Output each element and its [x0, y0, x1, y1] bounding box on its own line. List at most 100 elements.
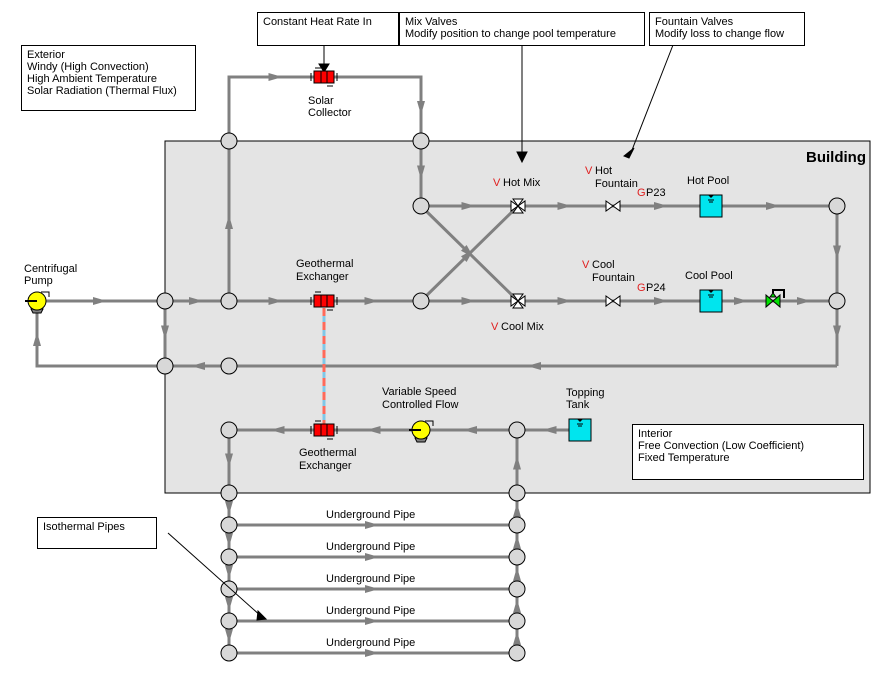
junction[interactable]	[220, 132, 238, 150]
junction[interactable]	[220, 580, 238, 598]
note-interior-line: Fixed Temperature	[638, 452, 730, 464]
flow-arrow	[225, 533, 233, 547]
junction[interactable]	[412, 197, 430, 215]
hot-mix-flag: V	[493, 177, 501, 189]
note-mix-valves-line: Mix Valves	[405, 16, 458, 28]
centrifugal-pump-label: Centrifugal	[24, 263, 77, 275]
flow-arrow	[365, 585, 379, 593]
note-constant-heat[interactable]: Constant Heat Rate In	[257, 12, 399, 46]
topping-tank-label: Tank	[566, 399, 590, 411]
flow-arrow	[365, 617, 379, 625]
cool-mix-flag: V	[491, 321, 499, 333]
underground-pipe-label: Underground Pipe	[326, 605, 415, 617]
centrifugal-pump-label: Pump	[24, 275, 53, 287]
hot-mix-label: Hot Mix	[503, 177, 541, 189]
junction[interactable]	[220, 357, 238, 375]
junction[interactable]	[508, 644, 526, 662]
note-isothermal-line: Isothermal Pipes	[43, 521, 125, 533]
geothermal-exchanger-bottom-label: Exchanger	[299, 460, 352, 472]
underground-pipe-label: Underground Pipe	[326, 509, 415, 521]
topping-tank[interactable]	[568, 418, 592, 442]
cool-fountain-label: Cool	[592, 259, 615, 271]
pipe-p23-label: P23	[646, 187, 666, 199]
note-exterior-line: Exterior	[27, 49, 65, 61]
geothermal-exchanger-bottom[interactable]	[310, 420, 338, 440]
note-exterior-line: High Ambient Temperature	[27, 73, 158, 85]
pipe-p24-label: P24	[646, 282, 666, 294]
note-interior-line: Free Convection (Low Coefficient)	[638, 440, 805, 452]
junction[interactable]	[828, 292, 846, 310]
note-interior-line: Interior	[638, 428, 673, 440]
geothermal-exchanger-top[interactable]	[310, 291, 338, 311]
junction[interactable]	[508, 484, 526, 502]
junction[interactable]	[220, 548, 238, 566]
flow-arrow	[513, 567, 521, 581]
note-constant-heat-line: Constant Heat Rate In	[263, 16, 372, 28]
building-title: Building	[806, 149, 866, 166]
junction[interactable]	[220, 292, 238, 310]
underground-pipe-label: Underground Pipe	[326, 573, 415, 585]
pipe-p23-flag: G	[637, 187, 646, 199]
flow-arrow	[513, 535, 521, 549]
hot-fountain-label: Fountain	[595, 178, 638, 190]
junction[interactable]	[220, 484, 238, 502]
junction[interactable]	[220, 612, 238, 630]
junction[interactable]	[508, 612, 526, 630]
topping-tank-label: Topping	[566, 387, 605, 399]
variable-speed-pump-label: Variable Speed	[382, 386, 456, 398]
underground-pipe-label: Underground Pipe	[326, 637, 415, 649]
flow-arrow	[513, 503, 521, 517]
junction[interactable]	[156, 357, 174, 375]
solar-collector-label: Collector	[308, 107, 352, 119]
note-exterior[interactable]: Exterior Windy (High Convection) High Am…	[21, 45, 196, 111]
underground-pipe-label: Underground Pipe	[326, 541, 415, 553]
junction[interactable]	[508, 580, 526, 598]
cool-pool-tank[interactable]	[699, 289, 723, 313]
note-exterior-line: Solar Radiation (Thermal Flux)	[27, 85, 177, 97]
junction[interactable]	[412, 132, 430, 150]
pipe[interactable]	[35, 310, 165, 368]
flow-arrow	[33, 332, 41, 346]
geothermal-exchanger-top-label: Exchanger	[296, 271, 349, 283]
junction[interactable]	[156, 292, 174, 310]
junction[interactable]	[220, 644, 238, 662]
flow-arrow	[268, 73, 283, 81]
flow-arrow	[225, 501, 233, 515]
flow-arrow	[93, 297, 107, 305]
hot-fountain-flag: V	[585, 165, 593, 177]
flow-arrow	[513, 631, 521, 645]
note-exterior-line: Windy (High Convection)	[27, 61, 149, 73]
flow-arrow	[513, 599, 521, 613]
cool-fountain-label: Fountain	[592, 272, 635, 284]
note-isothermal[interactable]: Isothermal Pipes	[37, 517, 157, 549]
note-mix-valves[interactable]: Mix Valves Modify position to change poo…	[399, 12, 645, 46]
junction[interactable]	[220, 421, 238, 439]
junction[interactable]	[412, 292, 430, 310]
note-fountain-valves[interactable]: Fountain Valves Modify loss to change fl…	[649, 12, 805, 46]
flow-arrow	[365, 521, 379, 529]
hot-pool-tank[interactable]	[699, 194, 723, 218]
pipe-p24-flag: G	[637, 282, 646, 294]
flow-arrow	[225, 629, 233, 643]
note-interior[interactable]: Interior Free Convection (Low Coefficien…	[632, 424, 864, 480]
junction[interactable]	[508, 548, 526, 566]
junction[interactable]	[508, 516, 526, 534]
geothermal-exchanger-top-label: Geothermal	[296, 258, 353, 270]
junction[interactable]	[508, 421, 526, 439]
hot-fountain-label: Hot	[595, 165, 612, 177]
geothermal-exchanger-bottom-label: Geothermal	[299, 447, 356, 459]
note-mix-valves-line: Modify position to change pool temperatu…	[405, 28, 616, 40]
solar-collector-label: Solar	[308, 95, 334, 107]
centrifugal-pump[interactable]	[25, 291, 50, 314]
junction[interactable]	[828, 197, 846, 215]
junction[interactable]	[220, 516, 238, 534]
flow-arrow	[365, 553, 379, 561]
flow-arrow	[225, 565, 233, 579]
cool-mix-label: Cool Mix	[501, 321, 544, 333]
flow-arrow	[365, 649, 379, 657]
flow-arrow	[417, 101, 425, 115]
solar-collector[interactable]	[310, 67, 338, 87]
variable-speed-pump-label: Controlled Flow	[382, 399, 458, 411]
cool-pool-label: Cool Pool	[685, 270, 733, 282]
note-fountain-valves-line: Fountain Valves	[655, 16, 734, 28]
